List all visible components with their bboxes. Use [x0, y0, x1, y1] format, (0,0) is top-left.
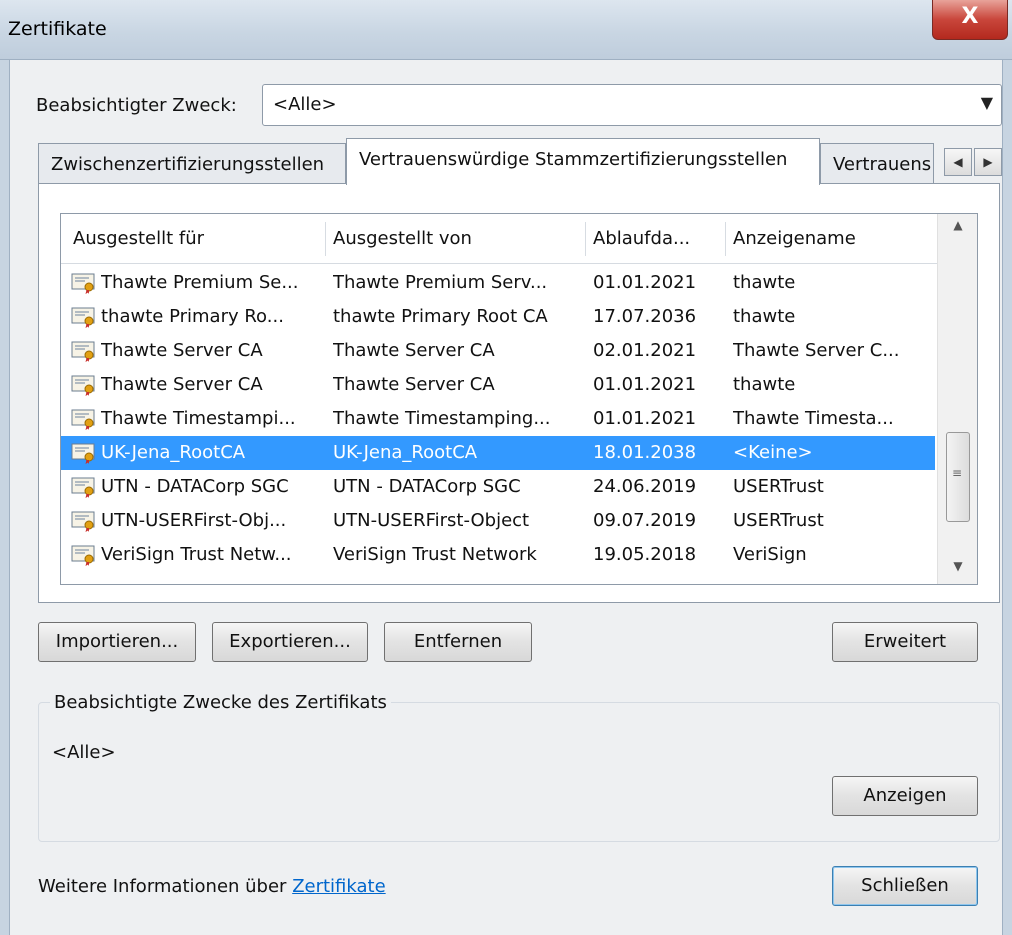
- certificate-icon: [71, 340, 97, 362]
- window-frame-right: [1002, 60, 1012, 935]
- more-info-text: Weitere Informationen über: [38, 876, 293, 897]
- vertical-scrollbar[interactable]: ▲ ≡ ▼: [937, 214, 977, 584]
- issued-to-cell: UK-Jena_RootCA: [101, 442, 246, 463]
- issued-by-cell: Thawte Premium Serv...: [333, 272, 548, 293]
- arrow-left-icon[interactable]: ◀: [944, 148, 972, 176]
- friendly-name-cell: thawte: [733, 272, 796, 293]
- tab-intermediate-ca[interactable]: Zwischenzertifizierungsstellen: [38, 143, 346, 183]
- view-button[interactable]: Anzeigen: [832, 776, 978, 816]
- certificate-icon: [71, 374, 97, 396]
- certificate-list[interactable]: Ausgestellt für Ausgestellt von Ablaufda…: [60, 213, 978, 585]
- tab-label: Vertrauens: [833, 154, 932, 175]
- friendly-name-cell: USERTrust: [733, 510, 824, 531]
- export-button[interactable]: Exportieren...: [212, 622, 368, 662]
- table-row[interactable]: UTN - DATACorp SGC UTN - DATACorp SGC 24.0…: [61, 470, 935, 504]
- issued-to-cell: Thawte Server CA: [101, 374, 263, 395]
- friendly-name-cell: Thawte Timesta...: [733, 408, 894, 429]
- purpose-value: <Alle>: [273, 94, 337, 115]
- window-title: Zertifikate: [8, 18, 107, 40]
- friendly-name-cell: <Keine>: [733, 442, 813, 463]
- import-button[interactable]: Importieren...: [38, 622, 196, 662]
- certificate-icon: [71, 476, 97, 498]
- issued-to-cell: VeriSign Trust Netw...: [101, 544, 292, 565]
- expiration-cell: 09.07.2019: [593, 510, 697, 531]
- table-row[interactable]: Thawte Server CA Thawte Server CA 02.01.20…: [61, 334, 935, 368]
- arrow-down-icon[interactable]: ▼: [938, 552, 977, 580]
- arrow-right-icon[interactable]: ▶: [974, 148, 1002, 176]
- certificate-purposes-group: [38, 702, 1000, 842]
- issued-by-cell: VeriSign Trust Network: [333, 544, 537, 565]
- issued-by-cell: UK-Jena_RootCA: [333, 442, 478, 463]
- table-row[interactable]: UK-Jena_RootCA UK-Jena_RootCA 18.01.2038 <K…: [61, 436, 935, 470]
- table-row[interactable]: Thawte Timestampi... Thawte Timestamping.…: [61, 402, 935, 436]
- table-row[interactable]: Thawte Server CA Thawte Server CA 01.01.20…: [61, 368, 935, 402]
- window-frame-left: [0, 60, 10, 935]
- expiration-cell: 02.01.2021: [593, 340, 697, 361]
- close-dialog-button[interactable]: Schließen: [832, 866, 978, 906]
- purpose-dropdown[interactable]: <Alle> ▼: [262, 84, 1002, 126]
- certificates-link[interactable]: Zertifikate: [292, 876, 385, 897]
- issued-by-cell: Thawte Server CA: [333, 374, 495, 395]
- certificate-icon: [71, 272, 97, 294]
- chevron-down-icon: ▼: [980, 93, 993, 112]
- column-header-friendly-name[interactable]: Anzeigename: [733, 228, 856, 249]
- issued-by-cell: UTN - DATACorp SGC: [333, 476, 521, 497]
- tab-trusted-publishers[interactable]: Vertrauens: [820, 143, 934, 183]
- list-header: Ausgestellt für Ausgestellt von Ablaufda…: [61, 214, 977, 264]
- table-row[interactable]: thawte Primary Ro... thawte Primary Root …: [61, 300, 935, 334]
- friendly-name-cell: USERTrust: [733, 476, 824, 497]
- issued-to-cell: Thawte Server CA: [101, 340, 263, 361]
- scrollbar-thumb[interactable]: ≡: [946, 432, 970, 522]
- more-info: Weitere Informationen über Zertifikate: [38, 876, 386, 897]
- issued-by-cell: UTN-USERFirst-Object: [333, 510, 530, 531]
- expiration-cell: 18.01.2038: [593, 442, 697, 463]
- certificate-icon: [71, 544, 97, 566]
- column-divider[interactable]: [585, 222, 586, 256]
- expiration-cell: 24.06.2019: [593, 476, 697, 497]
- close-button[interactable]: X: [932, 0, 1008, 40]
- certificate-icon: [71, 306, 97, 328]
- friendly-name-cell: thawte: [733, 306, 796, 327]
- certificate-purposes-value: <Alle>: [52, 742, 116, 763]
- issued-by-cell: Thawte Timestamping...: [333, 408, 551, 429]
- column-header-expiration[interactable]: Ablaufda...: [593, 228, 690, 249]
- issued-to-cell: Thawte Premium Se...: [101, 272, 299, 293]
- column-header-issued-to[interactable]: Ausgestellt für: [73, 228, 204, 249]
- expiration-cell: 17.07.2036: [593, 306, 697, 327]
- group-title: Beabsichtigte Zwecke des Zertifikats: [50, 692, 391, 713]
- issued-to-cell: thawte Primary Ro...: [101, 306, 284, 327]
- friendly-name-cell: thawte: [733, 374, 796, 395]
- advanced-button[interactable]: Erweitert: [832, 622, 978, 662]
- tab-trusted-root-ca[interactable]: Vertrauenswürdige Stammzertifizierungsst…: [346, 138, 820, 185]
- tab-label: Vertrauenswürdige Stammzertifizierungsst…: [359, 149, 788, 170]
- issued-by-cell: Thawte Server CA: [333, 340, 495, 361]
- issued-to-cell: Thawte Timestampi...: [101, 408, 296, 429]
- column-header-issued-by[interactable]: Ausgestellt von: [333, 228, 472, 249]
- table-row[interactable]: Thawte Premium Se... Thawte Premium Serv.…: [61, 266, 935, 300]
- column-divider[interactable]: [725, 222, 726, 256]
- tab-label: Zwischenzertifizierungsstellen: [51, 154, 325, 175]
- issued-to-cell: UTN - DATACorp SGC: [101, 476, 289, 497]
- expiration-cell: 01.01.2021: [593, 408, 697, 429]
- issued-to-cell: UTN-USERFirst-Obj...: [101, 510, 287, 531]
- certificate-icon: [71, 408, 97, 430]
- friendly-name-cell: VeriSign: [733, 544, 807, 565]
- certificate-icon: [71, 510, 97, 532]
- table-row[interactable]: UTN-USERFirst-Obj... UTN-USERFirst-Object…: [61, 504, 935, 538]
- table-row[interactable]: VeriSign Trust Netw... VeriSign Trust Net…: [61, 538, 935, 572]
- title-bar: Zertifikate X: [0, 0, 1012, 60]
- expiration-cell: 19.05.2018: [593, 544, 697, 565]
- purpose-label: Beabsichtigter Zweck:: [36, 95, 237, 116]
- certificate-icon: [71, 442, 97, 464]
- arrow-up-icon[interactable]: ▲: [938, 218, 977, 246]
- expiration-cell: 01.01.2021: [593, 272, 697, 293]
- grip-icon: ≡: [952, 466, 963, 480]
- column-divider[interactable]: [325, 222, 326, 256]
- expiration-cell: 01.01.2021: [593, 374, 697, 395]
- issued-by-cell: thawte Primary Root CA: [333, 306, 548, 327]
- friendly-name-cell: Thawte Server C...: [733, 340, 900, 361]
- remove-button[interactable]: Entfernen: [384, 622, 532, 662]
